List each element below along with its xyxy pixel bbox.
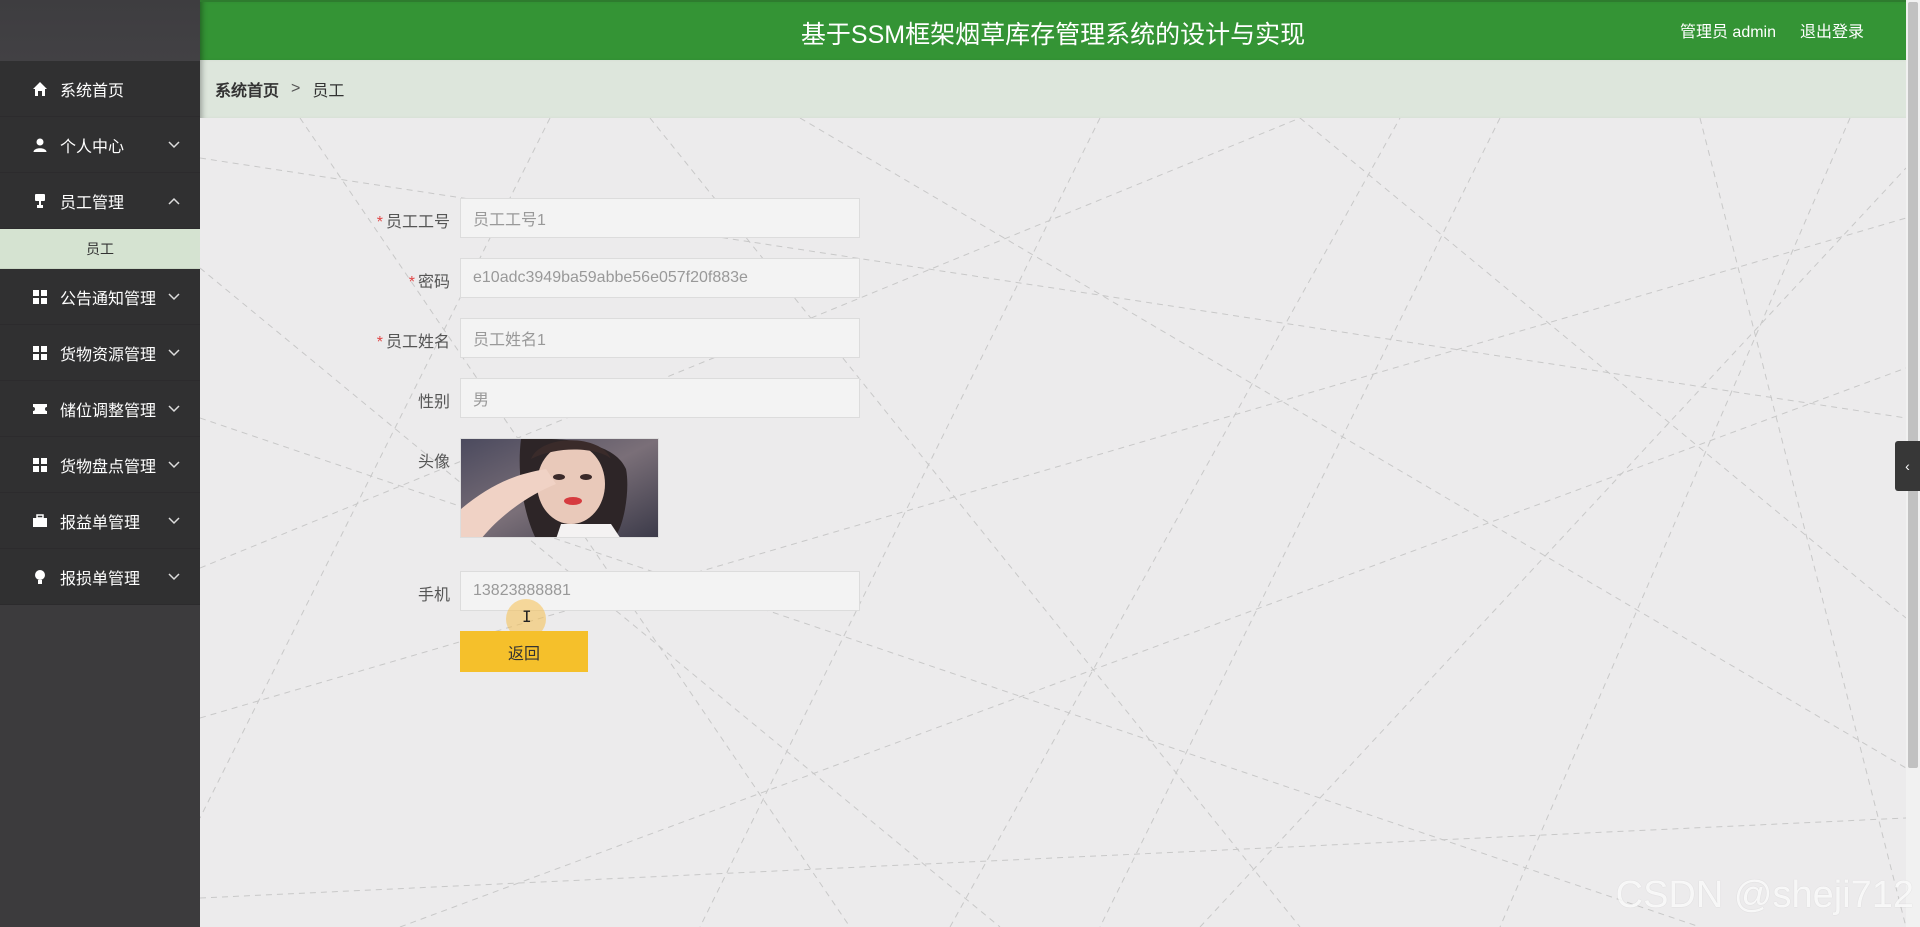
- current-user: 管理员 admin: [1679, 24, 1776, 41]
- home-icon: [32, 81, 48, 97]
- breadcrumb: 系统首页 > 员工: [200, 60, 1906, 118]
- scrollbar-thumb[interactable]: [1908, 2, 1918, 768]
- password-field[interactable]: [460, 258, 860, 298]
- sidebar-item-home[interactable]: 系统首页: [0, 61, 200, 117]
- sidebar-item-storage-adjustment[interactable]: 储位调整管理: [0, 381, 200, 437]
- chevron-left-icon[interactable]: ‹: [1895, 441, 1920, 491]
- sidebar-item-gain-report[interactable]: 报益单管理: [0, 493, 200, 549]
- required-mark: *: [408, 274, 415, 291]
- grid-icon: [32, 289, 48, 305]
- chevron-down-icon: [168, 570, 180, 584]
- chevron-up-icon: [168, 194, 180, 208]
- briefcase-icon: [32, 513, 48, 529]
- sidebar-item-label: 报益单管理: [60, 514, 141, 532]
- sidebar-item-label: 个人中心: [60, 138, 125, 156]
- sidebar-item-label: 储位调整管理: [60, 402, 157, 420]
- employee-name-label: * 员工姓名: [376, 334, 450, 351]
- logout-link[interactable]: 退出登录: [1800, 18, 1864, 42]
- chevron-down-icon: [168, 290, 180, 304]
- sidebar-item-label: 系统首页: [60, 82, 125, 100]
- chevron-down-icon: [168, 346, 180, 360]
- sidebar-item-label: 员工管理: [60, 194, 125, 212]
- sidebar: 系统首页 个人中心 员工管理 员工 公告通知管理 货物资源管理 储位调整管理 货…: [0, 0, 200, 927]
- avatar-image: [460, 438, 659, 538]
- watermark: CSDN @sheji712: [1615, 874, 1914, 916]
- sidebar-item-label: 报损单管理: [60, 570, 141, 588]
- chevron-down-icon: [168, 458, 180, 472]
- user-icon: [32, 137, 48, 153]
- background-pattern: [200, 118, 1906, 927]
- top-header: 基于SSM框架烟草库存管理系统的设计与实现 管理员 admin 退出登录: [200, 0, 1906, 60]
- main-content: *员工工号 *密码 *员工姓名 性别 头像: [200, 118, 1906, 927]
- password-label: * 密码: [408, 274, 450, 291]
- bulb-icon: [32, 569, 48, 585]
- grid-icon: [32, 457, 48, 473]
- chevron-down-icon: [168, 402, 180, 416]
- sidebar-subitem-employee[interactable]: 员工: [0, 229, 200, 269]
- employee-no-field[interactable]: [460, 198, 860, 238]
- breadcrumb-current: 员工: [312, 83, 345, 100]
- sidebar-item-personal-center[interactable]: 个人中心: [0, 117, 200, 173]
- text-cursor-icon: I: [522, 607, 532, 626]
- chevron-down-icon: [168, 514, 180, 528]
- sidebar-logo-area: [0, 0, 200, 61]
- sidebar-item-label: 公告通知管理: [60, 290, 157, 308]
- required-mark: *: [376, 214, 383, 231]
- grid-icon: [32, 345, 48, 361]
- trophy-icon: [32, 193, 48, 209]
- page-title: 基于SSM框架烟草库存管理系统的设计与实现: [800, 21, 1306, 49]
- employee-name-field[interactable]: [460, 318, 860, 358]
- phone-label: 手机: [417, 587, 450, 604]
- breadcrumb-home[interactable]: 系统首页: [215, 77, 279, 101]
- breadcrumb-separator: >: [291, 80, 301, 97]
- required-mark: *: [376, 334, 383, 351]
- ticket-icon: [32, 401, 48, 417]
- sidebar-item-label: 货物资源管理: [60, 346, 157, 364]
- avatar-label: 头像: [417, 454, 450, 471]
- gender-label: 性别: [417, 394, 450, 411]
- sidebar-item-notice-management[interactable]: 公告通知管理: [0, 269, 200, 325]
- sidebar-item-label: 货物盘点管理: [60, 458, 157, 476]
- sidebar-item-goods-resource-management[interactable]: 货物资源管理: [0, 325, 200, 381]
- gender-field[interactable]: [460, 378, 860, 418]
- sidebar-item-employee-management[interactable]: 员工管理: [0, 173, 200, 229]
- back-button[interactable]: 返回: [460, 631, 588, 672]
- sidebar-item-inventory-check[interactable]: 货物盘点管理: [0, 437, 200, 493]
- sidebar-item-loss-report[interactable]: 报损单管理: [0, 549, 200, 605]
- employee-no-label: * 员工工号: [376, 214, 450, 231]
- chevron-down-icon: [168, 138, 180, 152]
